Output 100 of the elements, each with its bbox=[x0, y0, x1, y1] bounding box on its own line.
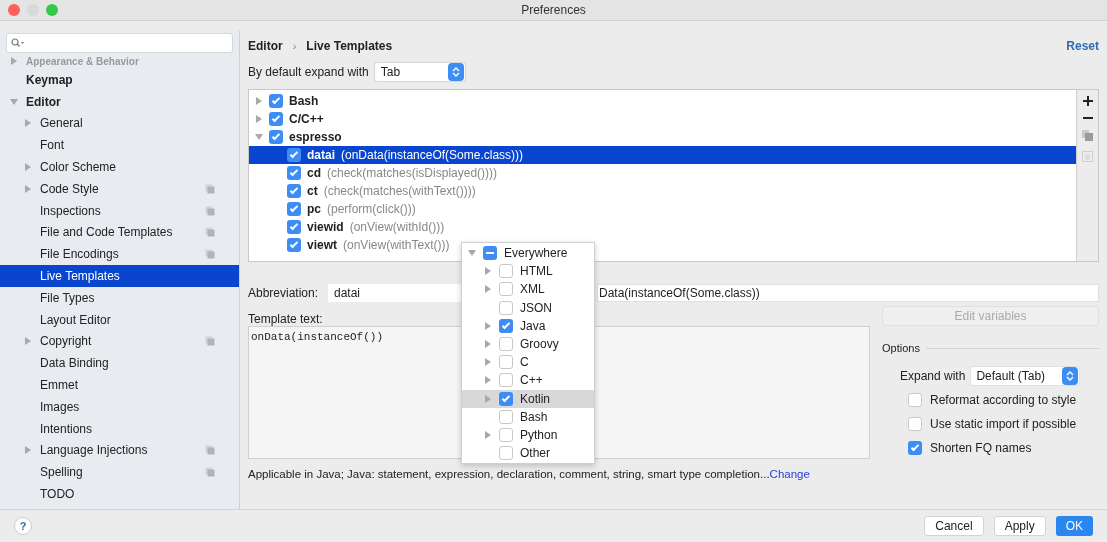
template-row[interactable]: datai (onData(instanceOf(Some.class))) bbox=[249, 146, 1076, 164]
sidebar-item[interactable]: Copyright bbox=[0, 330, 239, 353]
expand-arrow-icon[interactable] bbox=[484, 321, 492, 330]
sidebar-item[interactable]: General bbox=[0, 112, 239, 135]
expand-dropdown[interactable]: Tab bbox=[374, 63, 465, 81]
expand-arrow-icon[interactable] bbox=[255, 115, 263, 123]
change-link[interactable]: Change bbox=[769, 468, 810, 481]
checkbox[interactable] bbox=[269, 130, 283, 144]
expand-arrow-icon[interactable] bbox=[484, 267, 492, 276]
sidebar-item[interactable]: Emmet bbox=[0, 374, 239, 396]
checkbox[interactable] bbox=[287, 184, 301, 198]
sidebar-item[interactable]: Live Templates bbox=[0, 265, 239, 287]
sidebar-item[interactable]: Editor bbox=[0, 90, 239, 113]
context-item[interactable]: Kotlin bbox=[462, 389, 594, 408]
template-row[interactable]: pc (perform(click())) bbox=[249, 200, 1076, 218]
template-group[interactable]: C/C++ bbox=[289, 110, 324, 128]
close-button[interactable] bbox=[8, 4, 20, 16]
sidebar-item[interactable]: Inspections bbox=[0, 199, 239, 222]
context-item[interactable]: Groovy bbox=[462, 334, 594, 354]
context-item[interactable]: Everywhere bbox=[462, 244, 594, 263]
sidebar-item[interactable]: File Encodings bbox=[0, 243, 239, 266]
checkbox[interactable] bbox=[499, 446, 513, 461]
sidebar-item[interactable]: Font bbox=[0, 134, 239, 157]
collapse-arrow-icon[interactable] bbox=[255, 133, 263, 141]
checkbox[interactable] bbox=[908, 392, 922, 407]
checkbox[interactable] bbox=[499, 409, 513, 424]
expand-arrow-icon[interactable] bbox=[484, 285, 492, 294]
context-label: JSON bbox=[520, 299, 552, 317]
expand-arrow-icon[interactable] bbox=[24, 119, 32, 128]
expand-arrow-icon[interactable] bbox=[10, 57, 18, 65]
dialog-button[interactable]: Cancel bbox=[924, 516, 984, 536]
checkbox[interactable] bbox=[499, 427, 513, 442]
expand-arrow-icon[interactable] bbox=[484, 358, 492, 367]
template-row[interactable]: viewid (onView(withId())) bbox=[249, 218, 1076, 236]
checkbox[interactable] bbox=[499, 282, 513, 297]
context-item[interactable]: HTML bbox=[462, 262, 594, 281]
checkbox[interactable] bbox=[908, 440, 922, 455]
zoom-button[interactable] bbox=[46, 4, 58, 16]
checkbox[interactable] bbox=[499, 391, 513, 406]
context-label: C++ bbox=[520, 372, 543, 390]
sidebar-item[interactable]: Images bbox=[0, 395, 239, 418]
expand-arrow-icon[interactable] bbox=[24, 184, 32, 193]
collapse-arrow-icon[interactable] bbox=[10, 97, 18, 106]
sidebar-item[interactable]: TODO bbox=[0, 483, 239, 505]
template-group[interactable]: Bash bbox=[289, 92, 319, 110]
expand-arrow-icon[interactable] bbox=[484, 394, 492, 403]
expand-arrow-icon[interactable] bbox=[484, 376, 492, 385]
sidebar-item[interactable]: File and Code Templates bbox=[0, 221, 239, 244]
checkbox[interactable] bbox=[483, 246, 497, 261]
remove-icon[interactable] bbox=[1082, 116, 1093, 120]
collapse-arrow-icon[interactable] bbox=[468, 249, 476, 258]
expand-arrow-icon[interactable] bbox=[24, 337, 32, 346]
checkbox[interactable] bbox=[499, 318, 513, 333]
expand-with-dropdown[interactable]: Default (Tab) bbox=[971, 366, 1080, 385]
context-item[interactable]: C bbox=[462, 353, 594, 372]
sidebar-item[interactable]: File Types bbox=[0, 286, 239, 309]
checkbox[interactable] bbox=[287, 148, 301, 162]
checkbox[interactable] bbox=[287, 238, 301, 252]
context-item[interactable]: Python bbox=[462, 425, 594, 445]
checkbox[interactable] bbox=[269, 112, 283, 126]
sidebar-item[interactable]: Intentions bbox=[0, 417, 239, 440]
copy-icon[interactable] bbox=[1082, 130, 1093, 141]
context-item[interactable]: C++ bbox=[462, 371, 594, 390]
template-group[interactable]: espresso bbox=[289, 128, 342, 146]
sidebar-item[interactable]: Code Style bbox=[0, 178, 239, 200]
checkbox[interactable] bbox=[499, 300, 513, 315]
checkbox[interactable] bbox=[499, 264, 513, 279]
expand-arrow-icon[interactable] bbox=[24, 446, 32, 455]
add-icon[interactable] bbox=[1082, 96, 1093, 106]
dialog-button[interactable]: OK bbox=[1055, 516, 1093, 536]
checkbox[interactable] bbox=[908, 416, 922, 431]
template-row[interactable]: ct (check(matches(withText()))) bbox=[249, 182, 1076, 200]
list-icon[interactable] bbox=[1082, 151, 1093, 162]
sidebar-item[interactable]: Layout Editor bbox=[0, 308, 239, 331]
sidebar-item[interactable]: Keymap bbox=[0, 69, 239, 91]
checkbox[interactable] bbox=[499, 355, 513, 370]
sidebar-item[interactable]: Color Scheme bbox=[0, 156, 239, 178]
checkbox[interactable] bbox=[287, 220, 301, 234]
description-field[interactable]: Data(instanceOf(Some.class)) bbox=[597, 284, 1099, 302]
checkbox[interactable] bbox=[499, 373, 513, 388]
sidebar-item[interactable]: Spelling bbox=[0, 461, 239, 484]
help-button[interactable]: ? bbox=[14, 517, 32, 535]
sidebar-label: Live Templates bbox=[40, 268, 121, 286]
reset-link[interactable]: Reset bbox=[1066, 37, 1099, 55]
checkbox[interactable] bbox=[499, 337, 513, 352]
checkbox[interactable] bbox=[287, 202, 301, 216]
search-field[interactable] bbox=[6, 33, 233, 53]
context-item[interactable]: Bash bbox=[462, 407, 594, 426]
checkbox[interactable] bbox=[287, 166, 301, 180]
expand-arrow-icon[interactable] bbox=[484, 340, 492, 349]
template-row[interactable]: cd (check(matches(isDisplayed()))) bbox=[249, 164, 1076, 182]
expand-arrow-icon[interactable] bbox=[255, 97, 263, 105]
checkbox[interactable] bbox=[269, 94, 283, 108]
sidebar-item[interactable]: Language Injections bbox=[0, 439, 239, 462]
expand-arrow-icon[interactable] bbox=[24, 163, 32, 172]
expand-arrow-icon[interactable] bbox=[484, 430, 492, 439]
sidebar-label: Copyright bbox=[40, 333, 93, 351]
context-label: Kotlin bbox=[520, 390, 551, 408]
dialog-button[interactable]: Apply bbox=[993, 516, 1046, 536]
sidebar-item[interactable]: Data Binding bbox=[0, 352, 239, 375]
